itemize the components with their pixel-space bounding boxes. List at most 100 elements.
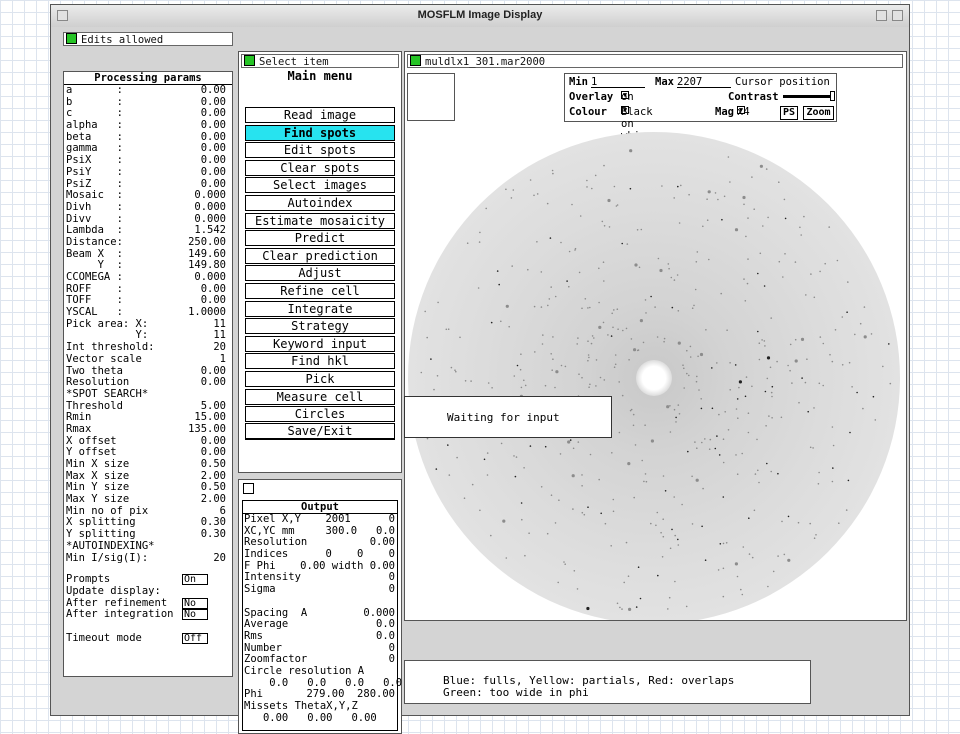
- diffraction-spot: [787, 364, 789, 367]
- prompts-toggle[interactable]: On: [182, 574, 208, 586]
- min-label: Min: [569, 76, 588, 88]
- diffraction-spot: [498, 283, 500, 286]
- menu-button-keyword-input[interactable]: Keyword input: [245, 335, 395, 352]
- menu-button-adjust[interactable]: Adjust: [245, 265, 395, 282]
- menu-button-estimate-mosaicity[interactable]: Estimate mosaicity: [245, 212, 395, 229]
- diffraction-spot: [789, 343, 792, 346]
- menu-button-measure-cell[interactable]: Measure cell: [245, 388, 395, 405]
- menu-button-autoindex[interactable]: Autoindex: [245, 195, 395, 211]
- param-value[interactable]: 0.000: [194, 271, 226, 284]
- diffraction-spot: [634, 444, 637, 446]
- edits-indicator-icon[interactable]: [66, 33, 77, 44]
- image-indicator-icon[interactable]: [410, 55, 421, 66]
- menu-button-select-images[interactable]: Select images: [245, 177, 395, 194]
- diffraction-spot: [564, 365, 567, 368]
- menu-button-read-image[interactable]: Read image: [245, 107, 395, 123]
- diffraction-spot: [528, 532, 530, 534]
- param-value[interactable]: 0.00: [201, 84, 226, 97]
- param-value[interactable]: 1.0000: [188, 306, 226, 319]
- minimize-icon[interactable]: [876, 10, 887, 21]
- param-value[interactable]: 250.00: [188, 236, 226, 249]
- diffraction-spot: [694, 441, 696, 443]
- param-value[interactable]: 1: [220, 353, 226, 366]
- menu-button-predict[interactable]: Predict: [245, 230, 395, 247]
- diffraction-spot: [668, 596, 671, 599]
- title-bar[interactable]: MOSFLM Image Display: [51, 5, 909, 28]
- diffraction-spot: [818, 471, 820, 474]
- contrast-slider-handle[interactable]: [830, 91, 835, 101]
- output-label: Indices: [244, 548, 289, 561]
- after-refinement-toggle[interactable]: No: [182, 597, 208, 609]
- diffraction-spot: [722, 595, 725, 598]
- after-integration-toggle[interactable]: No: [182, 609, 208, 621]
- min-input[interactable]: 1: [591, 76, 645, 88]
- param-row[interactable]: Min I/sig(I): 20: [64, 552, 232, 565]
- diffraction-spot: [650, 522, 652, 525]
- window-title: MOSFLM Image Display: [417, 9, 543, 21]
- param-value[interactable]: 2.00: [201, 493, 226, 506]
- thumbnail-box[interactable]: [407, 73, 455, 121]
- param-label: Min X size: [66, 458, 130, 470]
- diffraction-spot: [745, 235, 747, 238]
- menu-button-clear-prediction[interactable]: Clear prediction: [245, 247, 395, 264]
- output-label: Circle resolution A: [244, 664, 365, 677]
- param-value[interactable]: 0.00: [201, 119, 226, 132]
- diffraction-spot: [568, 250, 571, 253]
- diffraction-spot: [420, 371, 423, 374]
- diffraction-spot: [700, 398, 702, 400]
- param-value[interactable]: 20: [213, 552, 226, 565]
- mag-label: Mag: [715, 106, 734, 118]
- ps-button[interactable]: PS: [780, 106, 798, 120]
- image-file-bar[interactable]: muldlx1_301.mar2000: [407, 54, 903, 68]
- menu-button-strategy[interactable]: Strategy: [245, 318, 395, 335]
- diffraction-spot: [602, 261, 605, 263]
- output-label: Average: [244, 618, 289, 631]
- param-value[interactable]: 0.00: [201, 376, 226, 389]
- max-label: Max: [655, 76, 674, 88]
- menu-button-edit-spots[interactable]: Edit spots: [245, 142, 395, 159]
- output-value: 0.0: [376, 629, 395, 642]
- max-input[interactable]: 2207: [677, 76, 731, 88]
- timeout-toggle[interactable]: Off: [182, 632, 208, 644]
- select-item-indicator-icon[interactable]: [244, 55, 255, 66]
- diffraction-spot: [691, 523, 694, 525]
- param-label: Two theta: [66, 364, 123, 377]
- output-toggle-icon[interactable]: [243, 483, 254, 494]
- diffraction-spot: [751, 176, 753, 178]
- diffraction-spot: [513, 375, 516, 377]
- output-toggle-row[interactable]: [241, 483, 255, 497]
- diffraction-spot: [747, 412, 750, 415]
- diffraction-spot: [603, 164, 605, 167]
- diffraction-spot: [817, 483, 820, 485]
- diffraction-spot: [621, 394, 624, 397]
- menu-button-find-hkl[interactable]: Find hkl: [245, 353, 395, 370]
- menu-button-refine-cell[interactable]: Refine cell: [245, 283, 395, 299]
- diffraction-spot: [577, 441, 580, 443]
- select-item-bar[interactable]: Select item: [241, 54, 399, 68]
- menu-button-clear-spots[interactable]: Clear spots: [245, 159, 395, 176]
- menu-button-integrate[interactable]: Integrate: [245, 300, 395, 317]
- diffraction-spot: [768, 415, 770, 417]
- param-value[interactable]: 0.50: [201, 458, 226, 471]
- menu-button-pick[interactable]: Pick: [245, 371, 395, 387]
- diffraction-spot: [667, 263, 670, 265]
- diffraction-spot: [587, 307, 589, 309]
- edits-allowed-bar[interactable]: Edits allowed: [63, 32, 233, 46]
- param-value[interactable]: 0.30: [201, 528, 226, 541]
- maximize-icon[interactable]: [892, 10, 903, 21]
- menu-button-circles[interactable]: Circles: [245, 406, 395, 423]
- output-value: 0 0 0: [325, 548, 395, 561]
- zoom-button[interactable]: Zoom: [803, 106, 834, 120]
- diffraction-spot: [859, 322, 862, 325]
- diffraction-spot: [629, 187, 632, 190]
- diffraction-image[interactable]: [405, 120, 905, 620]
- output-row: Average 0.0: [243, 618, 397, 631]
- diffraction-spot: [595, 385, 597, 387]
- param-value[interactable]: 0.000: [194, 201, 226, 214]
- menu-button-find-spots[interactable]: Find spots: [245, 124, 395, 141]
- param-value[interactable]: 0.00: [201, 166, 226, 179]
- contrast-slider[interactable]: [783, 95, 835, 98]
- param-value[interactable]: 135.00: [188, 423, 226, 436]
- save-exit-button[interactable]: Save/Exit: [245, 423, 395, 439]
- diffraction-spot: [758, 481, 760, 484]
